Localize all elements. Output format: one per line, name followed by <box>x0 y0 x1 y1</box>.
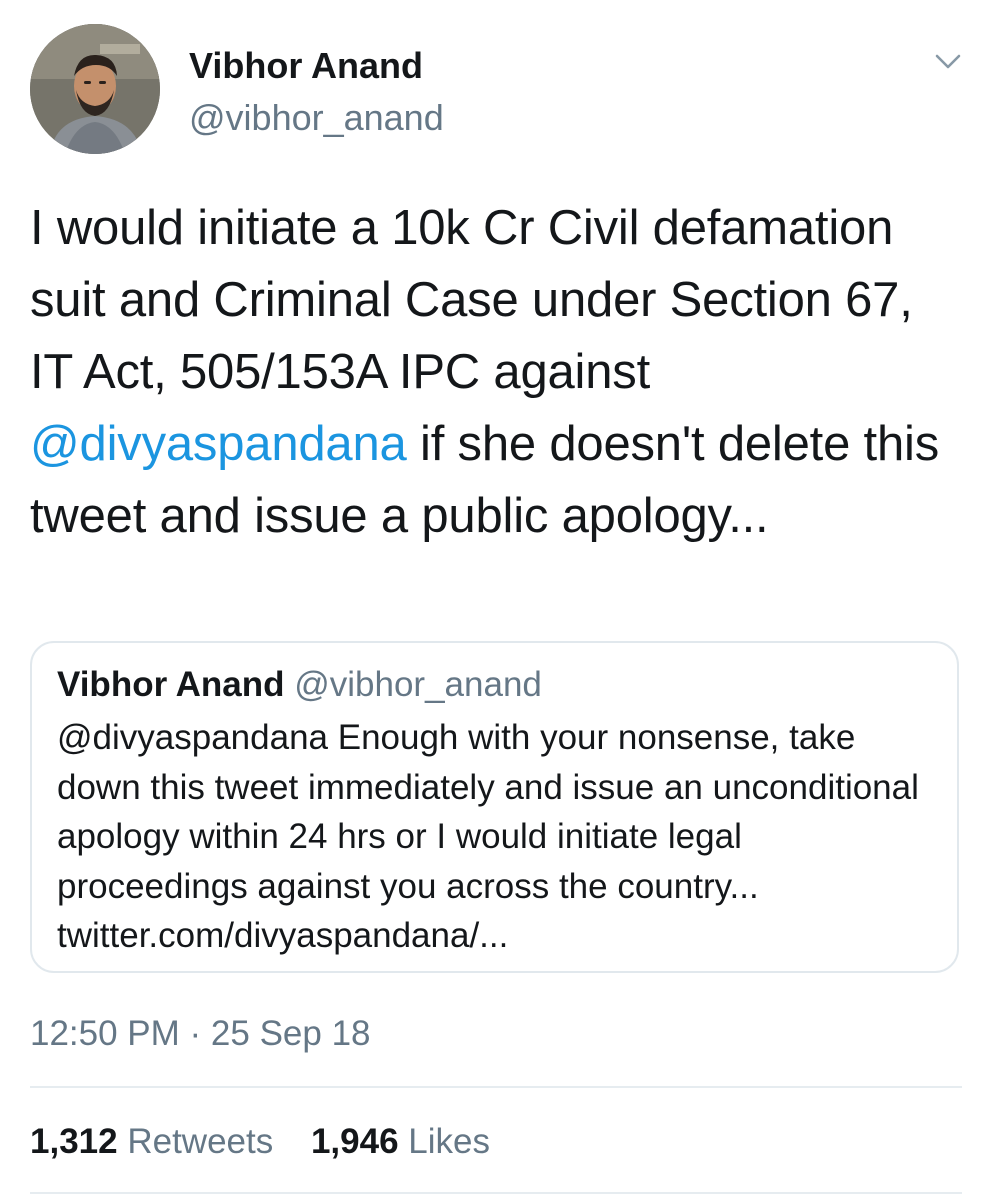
quoted-tweet[interactable]: Vibhor Anand @vibhor_anand @divyaspandan… <box>30 641 959 973</box>
author-handle[interactable]: @vibhor_anand <box>189 96 444 140</box>
divider <box>30 1086 962 1088</box>
tweet-stats: 1,312 Retweets 1,946 Likes <box>30 1120 490 1164</box>
quoted-author-handle: @vibhor_anand <box>294 665 542 704</box>
tweet-text: I would initiate a 10k Cr Civil defamati… <box>30 192 960 552</box>
likes-count: 1,946 <box>310 1122 399 1161</box>
tweet-detail: Vibhor Anand @vibhor_anand I would initi… <box>0 0 991 1200</box>
avatar[interactable] <box>30 24 160 154</box>
chevron-down-icon[interactable] <box>930 44 966 80</box>
retweets-stat[interactable]: 1,312 Retweets <box>30 1122 273 1161</box>
tweet-text-before: I would initiate a 10k Cr Civil defamati… <box>30 201 913 399</box>
divider <box>30 1192 962 1194</box>
likes-stat[interactable]: 1,946 Likes <box>311 1122 490 1161</box>
author-name[interactable]: Vibhor Anand <box>189 44 423 88</box>
mention-link[interactable]: @divyaspandana <box>30 417 407 471</box>
quoted-tweet-header: Vibhor Anand @vibhor_anand <box>57 663 542 707</box>
likes-label: Likes <box>408 1122 491 1161</box>
avatar-image <box>30 24 160 154</box>
retweets-count: 1,312 <box>30 1122 118 1161</box>
quoted-author-name: Vibhor Anand <box>57 665 285 704</box>
quoted-tweet-text: @divyaspandana Enough with your nonsense… <box>57 718 919 955</box>
tweet-timestamp[interactable]: 12:50 PM · 25 Sep 18 <box>30 1012 371 1056</box>
retweets-label: Retweets <box>127 1122 274 1161</box>
